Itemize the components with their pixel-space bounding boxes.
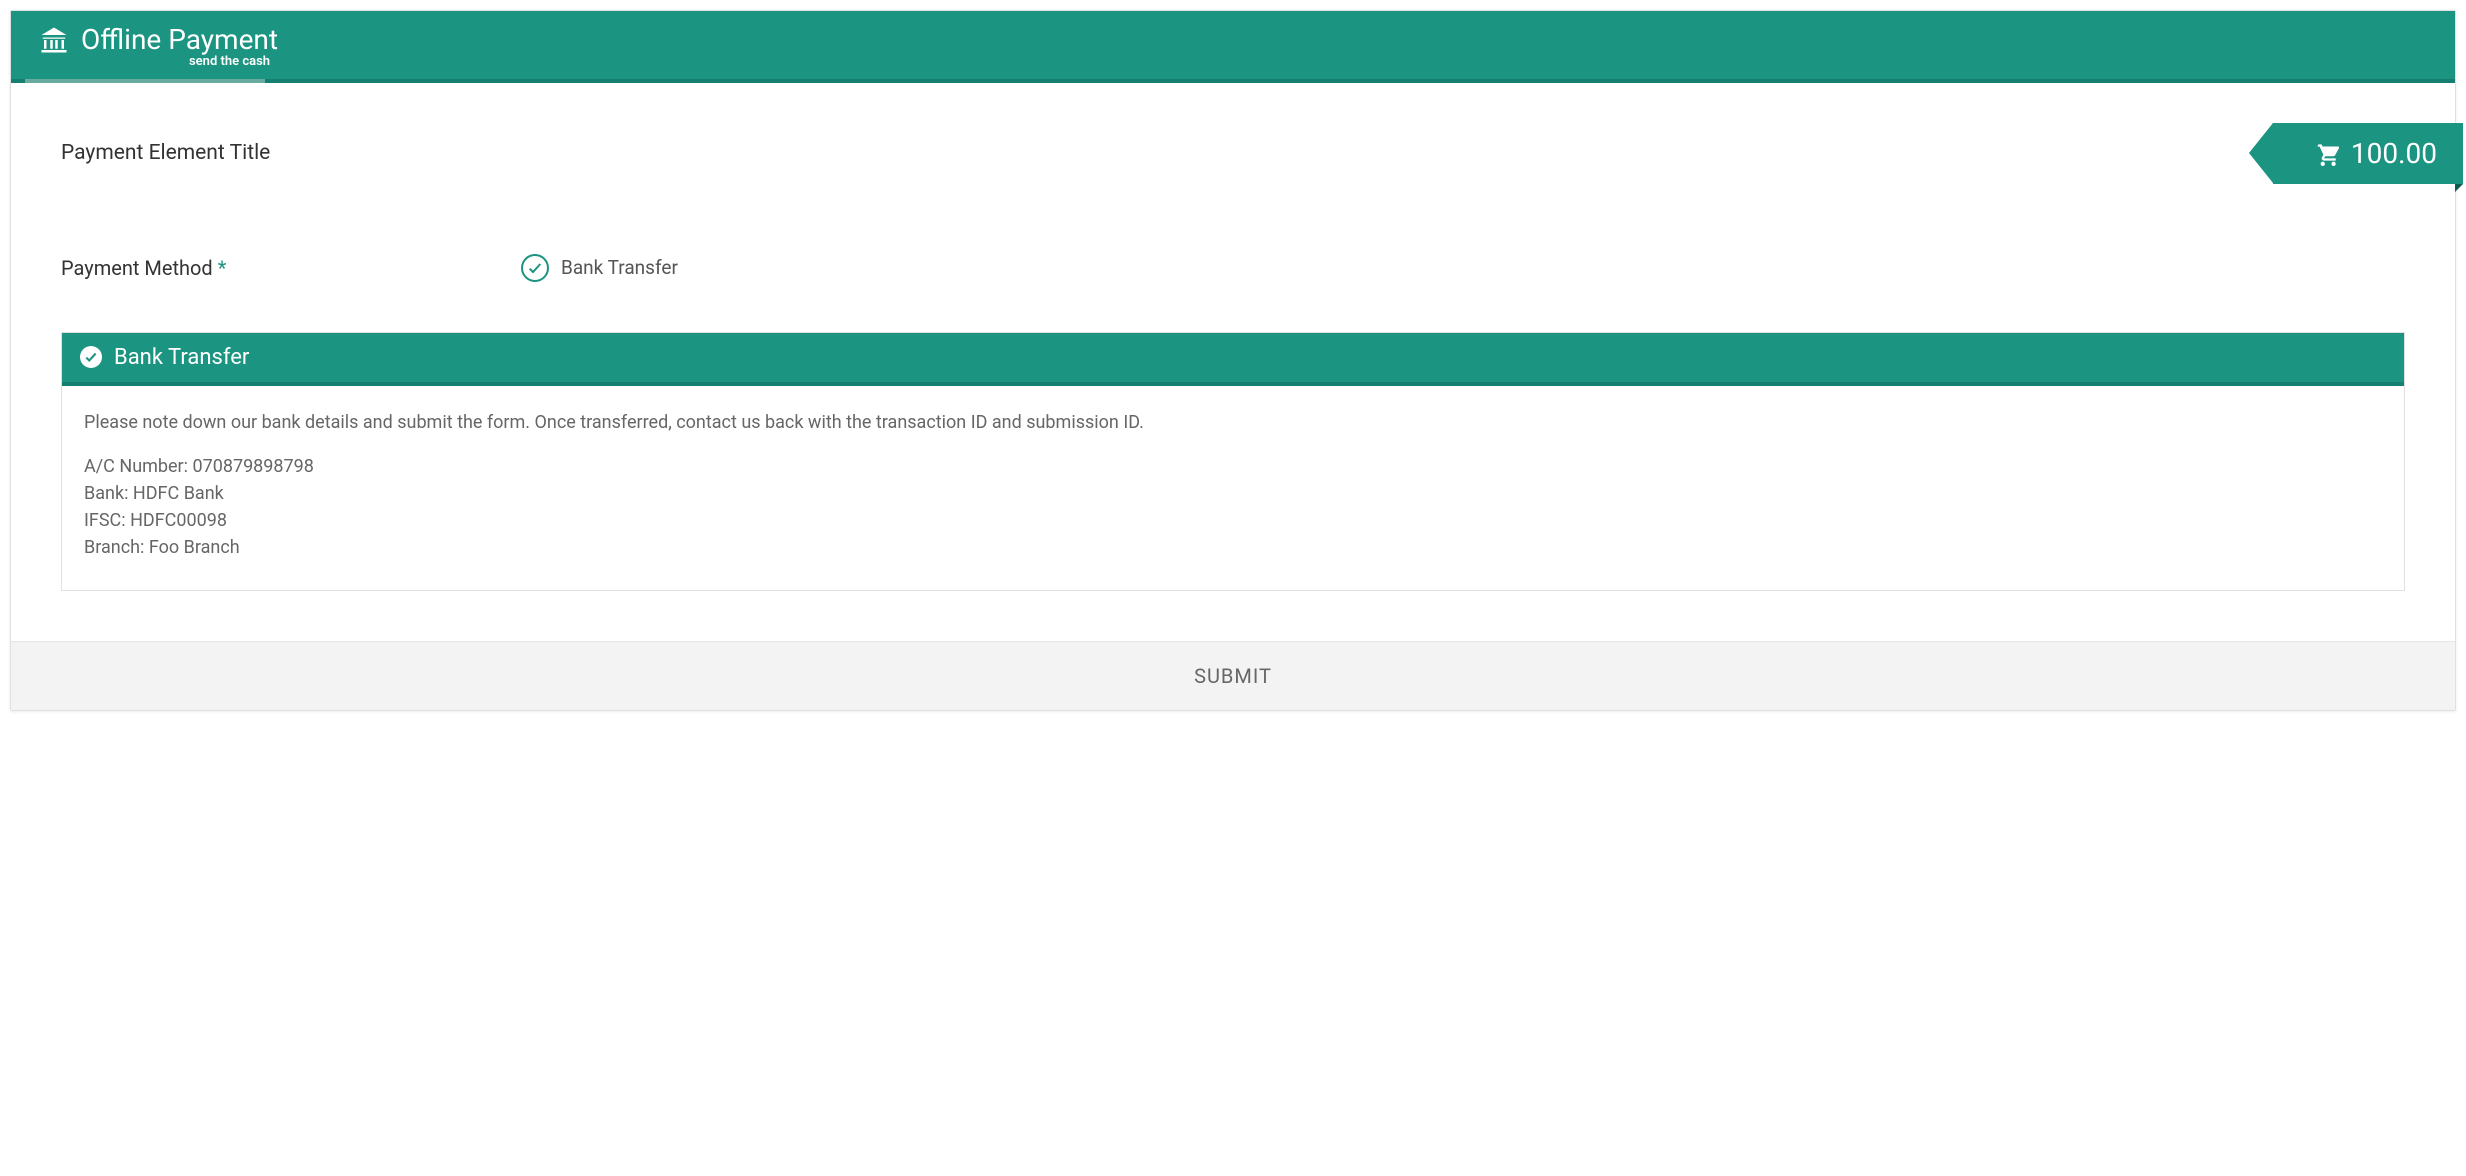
submit-button[interactable]: SUBMIT	[1194, 664, 1272, 688]
radio-selected-icon	[521, 254, 549, 282]
bank-transfer-panel-header: Bank Transfer	[62, 333, 2404, 386]
form-footer: SUBMIT	[11, 641, 2455, 710]
bank-transfer-panel: Bank Transfer Please note down our bank …	[61, 332, 2405, 591]
check-circle-icon	[80, 346, 102, 368]
amount-ribbon: 100.00	[2273, 123, 2463, 184]
amount-value: 100.00	[2351, 137, 2437, 170]
payment-method-option-bank-transfer[interactable]: Bank Transfer	[521, 254, 678, 282]
required-indicator: *	[218, 256, 227, 280]
bank-icon	[39, 25, 69, 55]
payment-method-label-text: Payment Method	[61, 256, 213, 280]
payment-card: Offline Payment send the cash Payment El…	[10, 10, 2456, 711]
cart-icon	[2313, 140, 2339, 166]
payment-method-option-label: Bank Transfer	[561, 256, 678, 279]
payment-method-label: Payment Method *	[61, 256, 521, 280]
bank-transfer-instructions: Please note down our bank details and su…	[84, 410, 2382, 436]
bank-detail-ifsc: IFSC: HDFC00098	[84, 508, 2382, 534]
bank-detail-branch: Branch: Foo Branch	[84, 535, 2382, 561]
page-subtitle: send the cash	[189, 54, 2427, 69]
form-body: Payment Element Title 100.00 Payment Met…	[11, 83, 2455, 641]
bank-detail-bank: Bank: HDFC Bank	[84, 481, 2382, 507]
bank-detail-ac: A/C Number: 070879898798	[84, 454, 2382, 480]
payment-title-label: Payment Element Title	[61, 141, 270, 165]
page-title: Offline Payment	[81, 25, 278, 56]
bank-details-list: A/C Number: 070879898798 Bank: HDFC Bank…	[84, 454, 2382, 561]
bank-transfer-panel-body: Please note down our bank details and su…	[62, 386, 2404, 590]
header-bar: Offline Payment send the cash	[11, 11, 2455, 83]
bank-transfer-panel-title: Bank Transfer	[114, 345, 249, 370]
